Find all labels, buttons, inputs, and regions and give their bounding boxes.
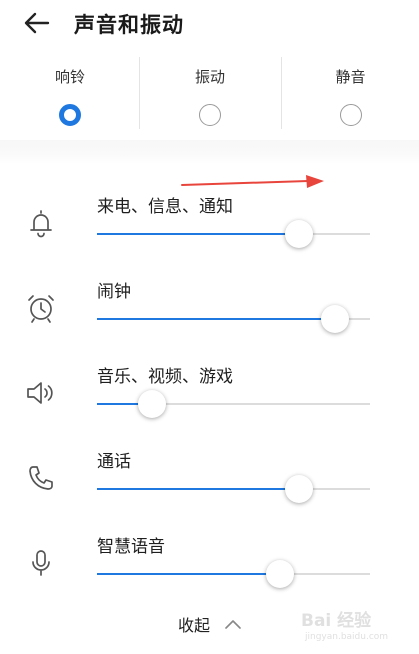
- volume-row-notification: 来电、信息、通知: [0, 192, 419, 272]
- volume-row-alarm: 闹钟: [0, 277, 419, 357]
- watermark-logo: Bai 经验 jingyan.baidu.com: [301, 604, 411, 648]
- mode-ring[interactable]: 响铃: [0, 55, 140, 135]
- phone-icon: [29, 466, 53, 490]
- arrow-left-icon: [24, 12, 50, 34]
- slider-thumb[interactable]: [285, 220, 314, 248]
- watermark-url: jingyan.baidu.com: [305, 632, 389, 642]
- slider-fill: [97, 573, 280, 575]
- annotation-arrow-icon: [181, 175, 324, 188]
- volume-slider-alarm[interactable]: [97, 305, 370, 333]
- volume-label: 音乐、视频、游戏: [97, 367, 233, 387]
- volume-slider-notification[interactable]: [97, 220, 370, 248]
- microphone-icon: [32, 550, 50, 576]
- page-title: 声音和振动: [74, 13, 184, 37]
- mode-silent-label: 静音: [335, 68, 366, 86]
- back-button[interactable]: [22, 8, 58, 38]
- alarm-clock-icon: [28, 295, 54, 323]
- mode-silent[interactable]: 静音: [282, 55, 419, 135]
- watermark-text: Bai 经验: [301, 611, 372, 631]
- mode-vibrate-label: 振动: [194, 68, 225, 86]
- mode-ring-radio[interactable]: [59, 104, 81, 126]
- volume-slider-voice-assistant[interactable]: [97, 560, 370, 588]
- volume-label: 智慧语音: [97, 537, 165, 557]
- mode-vibrate-radio[interactable]: [199, 104, 221, 126]
- slider-thumb[interactable]: [285, 475, 314, 503]
- mode-ring-label: 响铃: [54, 68, 85, 86]
- slider-thumb[interactable]: [320, 305, 349, 333]
- volume-row-call: 通话: [0, 447, 419, 527]
- slider-thumb[interactable]: [137, 390, 166, 418]
- header: 声音和振动: [0, 0, 419, 50]
- mode-vibrate[interactable]: 振动: [140, 55, 280, 135]
- section-separator: [0, 140, 419, 164]
- volume-label: 通话: [97, 452, 131, 472]
- slider-fill: [97, 233, 300, 235]
- bell-icon: [30, 210, 52, 238]
- volume-label: 闹钟: [97, 282, 131, 302]
- volume-slider-call[interactable]: [97, 475, 370, 503]
- mode-silent-radio[interactable]: [339, 104, 362, 126]
- slider-thumb[interactable]: [265, 560, 294, 588]
- sound-vibration-screen: 声音和振动 响铃 振动 静音 来电、信息、通知 闹钟 音乐、视频、游戏 通话 智…: [0, 0, 419, 654]
- ring-mode-selector: 响铃 振动 静音: [0, 55, 419, 135]
- volume-slider-media[interactable]: [97, 390, 370, 418]
- collapse-label: 收起: [177, 616, 210, 635]
- slider-fill: [97, 318, 335, 320]
- slider-fill: [97, 488, 300, 490]
- chevron-up-icon: [225, 620, 241, 629]
- volume-row-media: 音乐、视频、游戏: [0, 362, 419, 442]
- speaker-icon: [27, 382, 53, 404]
- volume-row-voice-assistant: 智慧语音: [0, 532, 419, 612]
